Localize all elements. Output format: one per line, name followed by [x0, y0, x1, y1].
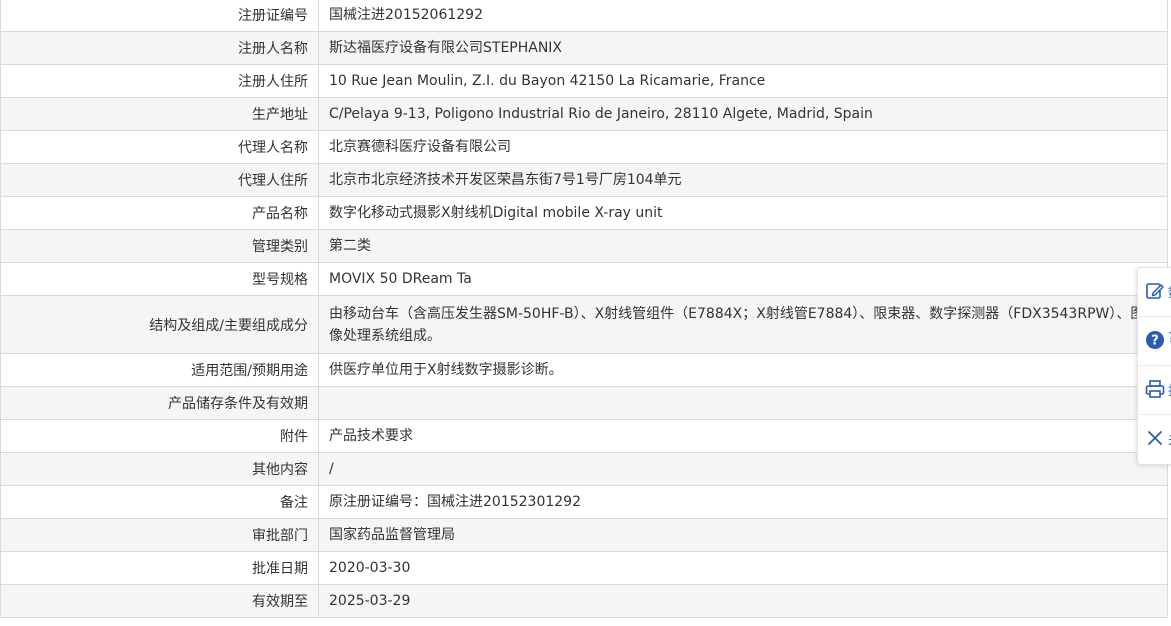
print-icon: [1145, 380, 1165, 398]
row-label: 审批部门: [0, 518, 319, 552]
row-label: 其他内容: [0, 452, 319, 486]
row-label: 注册证编号: [0, 0, 319, 32]
row-label: 代理人住所: [0, 163, 319, 197]
svg-text:?: ?: [1151, 334, 1159, 349]
table-row: 批准日期 2020-03-30: [0, 551, 1168, 585]
row-value: C/Pelaya 9-13, Poligono Industrial Rio d…: [318, 97, 1168, 131]
row-value: 斯达福医疗设备有限公司STEPHANIX: [318, 31, 1168, 65]
table-row: 代理人名称 北京赛德科医疗设备有限公司: [0, 130, 1168, 164]
table-row: 注册证编号 国械注进20152061292: [0, 0, 1168, 32]
row-value: 数字化移动式摄影X射线机Digital mobile X-ray unit: [318, 196, 1168, 230]
row-value: 产品技术要求: [318, 419, 1168, 453]
row-value: 第二类: [318, 229, 1168, 263]
row-label: 生产地址: [0, 97, 319, 131]
row-label: 批准日期: [0, 551, 319, 585]
close-button[interactable]: 关: [1138, 415, 1171, 463]
row-value: /: [318, 452, 1168, 486]
table-row: 注册人住所 10 Rue Jean Moulin, Z.I. du Bayon …: [0, 64, 1168, 98]
edit-icon: [1146, 283, 1164, 299]
row-label: 代理人名称: [0, 130, 319, 164]
row-value: 国械注进20152061292: [318, 0, 1168, 32]
row-label: 型号规格: [0, 262, 319, 296]
row-label: 有效期至: [0, 584, 319, 618]
table-row: 有效期至 2025-03-29: [0, 584, 1168, 618]
row-label: 产品储存条件及有效期: [0, 386, 319, 420]
help-button[interactable]: ? ?: [1138, 317, 1171, 366]
row-label: 产品名称: [0, 196, 319, 230]
table-row: 代理人住所 北京市北京经济技术开发区荣昌东街7号1号厂房104单元: [0, 163, 1168, 197]
print-button[interactable]: 打: [1138, 366, 1171, 415]
row-value: 10 Rue Jean Moulin, Z.I. du Bayon 42150 …: [318, 64, 1168, 98]
row-value: 2020-03-30: [318, 551, 1168, 585]
table-row: 注册人名称 斯达福医疗设备有限公司STEPHANIX: [0, 31, 1168, 65]
row-value: 国家药品监督管理局: [318, 518, 1168, 552]
help-icon: ?: [1146, 331, 1164, 349]
row-value: [318, 386, 1168, 420]
row-label: 备注: [0, 485, 319, 519]
detail-panel: 注册证编号 国械注进20152061292 注册人名称 斯达福医疗设备有限公司S…: [0, 0, 1168, 626]
table-row: 产品名称 数字化移动式摄影X射线机Digital mobile X-ray un…: [0, 196, 1168, 230]
row-label: 注册人名称: [0, 31, 319, 65]
table-row: 结构及组成/主要组成成分 由移动台车（含高压发生器SM-50HF-B）、X射线管…: [0, 295, 1168, 354]
row-value: 由移动台车（含高压发生器SM-50HF-B）、X射线管组件（E7884X；X射线…: [318, 295, 1168, 354]
table-row: 产品储存条件及有效期: [0, 386, 1168, 420]
row-value: 2025-03-29: [318, 584, 1168, 618]
row-value: 原注册证编号：国械注进20152301292: [318, 485, 1168, 519]
close-icon: [1148, 431, 1162, 445]
table-row: 型号规格 MOVIX 50 DReam Ta: [0, 262, 1168, 296]
row-label: 注册人住所: [0, 64, 319, 98]
row-value: 供医疗单位用于X射线数字摄影诊断。: [318, 353, 1168, 387]
table-row: 适用范围/预期用途 供医疗单位用于X射线数字摄影诊断。: [0, 353, 1168, 387]
row-label: 适用范围/预期用途: [0, 353, 319, 387]
table-row: 备注 原注册证编号：国械注进20152301292: [0, 485, 1168, 519]
floating-toolbar: 数 ? ? 打 关: [1137, 267, 1171, 465]
registration-detail-table: 注册证编号 国械注进20152061292 注册人名称 斯达福医疗设备有限公司S…: [0, 0, 1168, 618]
table-row: 生产地址 C/Pelaya 9-13, Poligono Industrial …: [0, 97, 1168, 131]
row-label: 附件: [0, 419, 319, 453]
table-row: 审批部门 国家药品监督管理局: [0, 518, 1168, 552]
table-row: 附件 产品技术要求: [0, 419, 1168, 453]
row-label: 结构及组成/主要组成成分: [0, 295, 319, 354]
row-value: MOVIX 50 DReam Ta: [318, 262, 1168, 296]
table-row: 管理类别 第二类: [0, 229, 1168, 263]
row-value: 北京市北京经济技术开发区荣昌东街7号1号厂房104单元: [318, 163, 1168, 197]
row-value: 北京赛德科医疗设备有限公司: [318, 130, 1168, 164]
table-row: 其他内容 /: [0, 452, 1168, 486]
row-label: 管理类别: [0, 229, 319, 263]
feedback-button[interactable]: 数: [1138, 268, 1171, 317]
